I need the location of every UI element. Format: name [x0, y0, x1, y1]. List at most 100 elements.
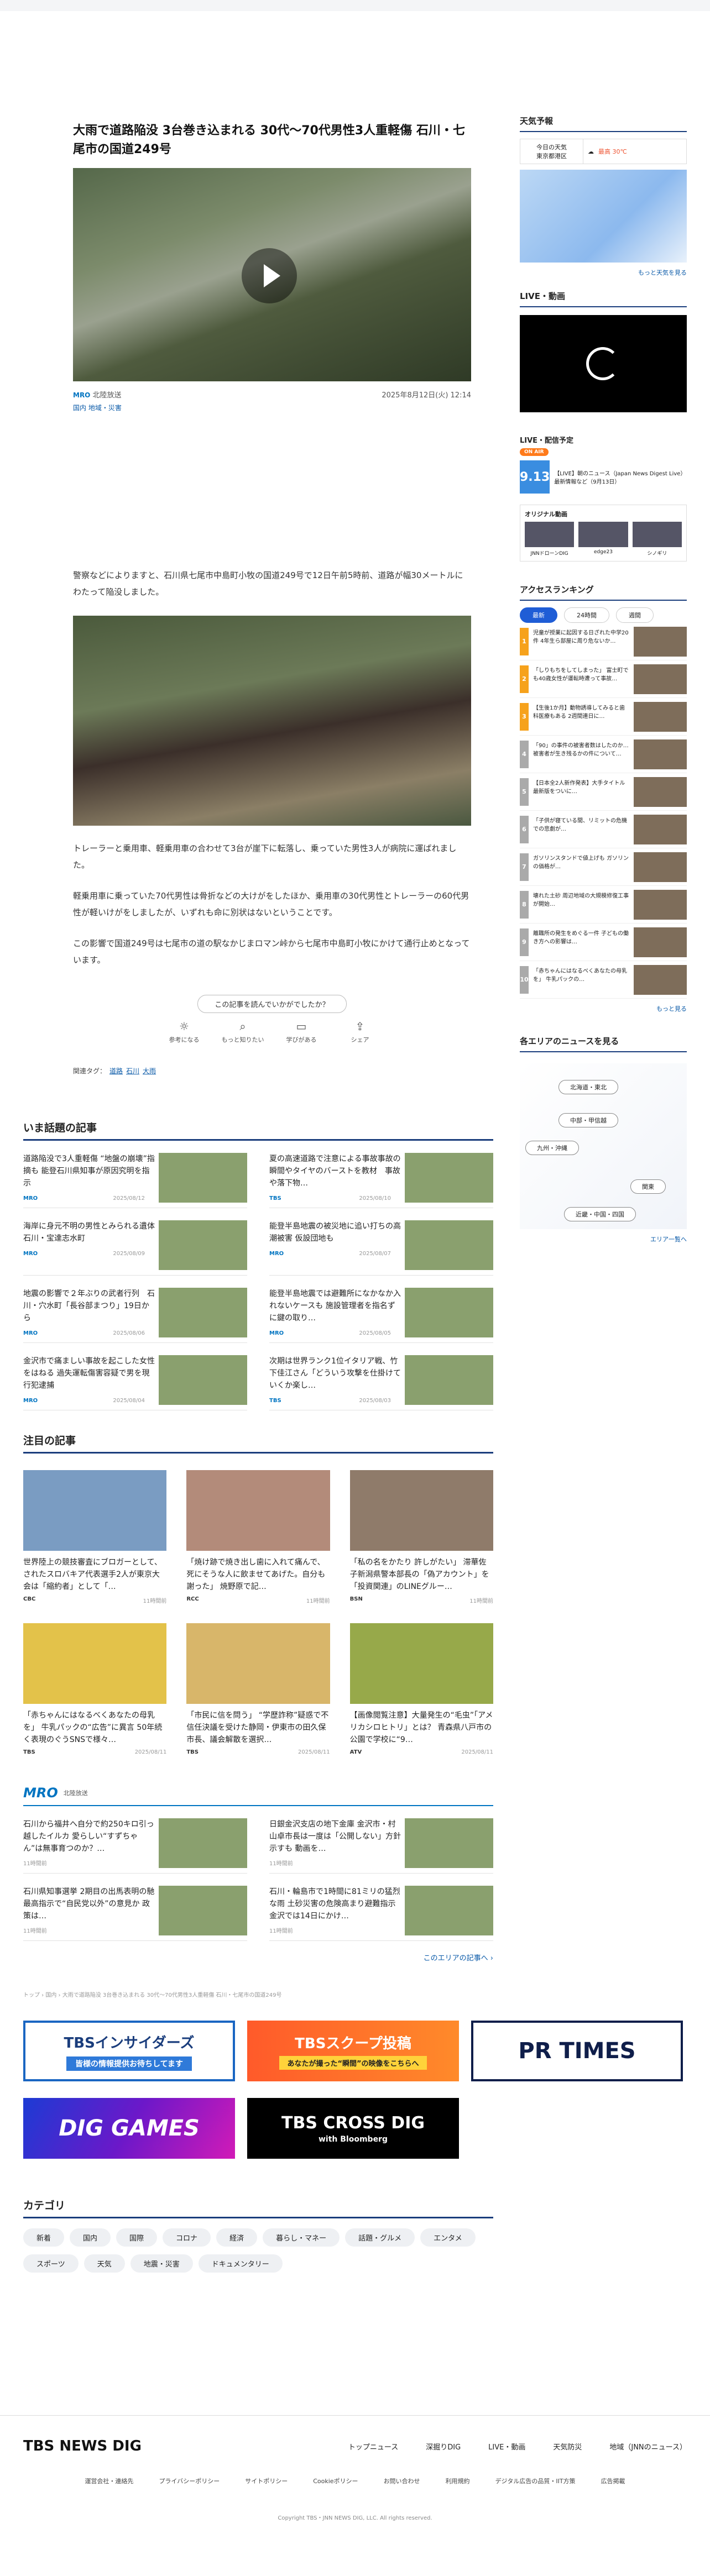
trending-source: MRO 2025/08/06 — [23, 1328, 145, 1340]
category-chip[interactable]: 地震・災害 — [130, 2254, 193, 2273]
ranking-item[interactable]: 3 【生後1か月】動物誘導してみると歯科医療もある 2週間連日に… — [520, 698, 687, 736]
featured-card[interactable]: 「私の名をかたり 許しがたい」 滞華佐子新潟県警本部長の「偽アカウント」を「投資… — [349, 1470, 493, 1604]
more-button[interactable]: ⌕ もっと知りたい — [221, 1020, 265, 1044]
breadcrumb[interactable]: トップ › 国内 › 大雨で道路陥没 3台巻き込まれる 30代〜70代男性3人重… — [23, 1990, 493, 1998]
ranking-item[interactable]: 1 児童が授業に起因する日ざれた中学20件 4年生ら部屋に周り危ないか… — [520, 623, 687, 660]
crossdig-banner[interactable]: TBS CROSS DIG with Bloomberg — [247, 2098, 459, 2159]
category-chip[interactable]: 新着 — [23, 2228, 65, 2247]
trending-item[interactable]: 能登半島地震の被災地に追い打ちの高潮被害 仮設団地も MRO 2025/08/07 — [269, 1208, 493, 1276]
footer-nav-item[interactable]: 深掘りDIG — [426, 2441, 461, 2452]
trending-text-block: 次期は世界ランク1位イタリア戦、竹下佳江さん「どういう攻撃を仕掛けていくか楽し…… — [269, 1355, 402, 1404]
category-chip[interactable]: エンタメ — [420, 2228, 476, 2247]
area-more-link[interactable]: このエリアの記事へ › — [23, 1952, 493, 1963]
live-title: LIVE・動画 — [520, 290, 687, 307]
ranking-item[interactable]: 6 「子供が寝ている間、リミットの危機での悲劇が… — [520, 811, 687, 848]
mro-item[interactable]: 石川県知事選挙 2期目の出馬表明の馳 最高指示で“自民党以外”の意見か 政策は…… — [23, 1874, 247, 1941]
original-video[interactable]: シノギリ — [632, 522, 682, 557]
mro-section: MRO 北陸放送 石川から福井へ自分で約250キロ引っ越したイルカ 愛らしい“すず… — [23, 1785, 493, 1963]
featured-card[interactable]: 【画像閲覧注意】大量発生の“毛虫”「アメリカシロヒトリ」とは？ 青森県八戸市の公… — [349, 1623, 493, 1755]
article-categories[interactable]: 国内 地域・災害 — [73, 403, 471, 412]
weather-map[interactable] — [520, 170, 687, 263]
play-icon[interactable] — [242, 248, 297, 303]
category-chip[interactable]: ドキュメンタリー — [198, 2254, 283, 2273]
original-video[interactable]: edge23 — [578, 522, 628, 557]
live-player[interactable] — [520, 315, 687, 412]
footer-nav-item[interactable]: トップニュース — [348, 2441, 398, 2452]
trending-source: MRO 2025/08/09 — [23, 1248, 145, 1260]
insiders-banner[interactable]: TBSインサイダーズ 皆様の情報提供お待ちしてます — [23, 2021, 235, 2081]
footer-nav-item[interactable]: LIVE・動画 — [488, 2441, 525, 2452]
footer-link[interactable]: 利用規約 — [446, 2477, 470, 2485]
prtimes-banner[interactable]: PR TIMES — [471, 2021, 683, 2081]
area-kyushu[interactable]: 九州・沖縄 — [525, 1141, 579, 1155]
scoop-banner[interactable]: TBSスクープ投稿 あなたが撮った“瞬間”の映像をこちらへ — [247, 2021, 459, 2081]
trending-item[interactable]: 夏の高速道路で注意による事故事故の瞬間やタイヤのバーストを教材 事故や落下物… T… — [269, 1141, 493, 1208]
tag-link[interactable]: 大雨 — [143, 1067, 156, 1075]
footer-link[interactable]: お問い合わせ — [384, 2477, 420, 2485]
tab-24h[interactable]: 24時間 — [564, 607, 609, 623]
tag-link[interactable]: 道路 — [109, 1067, 123, 1075]
source-logo: MRO — [23, 1195, 38, 1202]
area-hokkaido[interactable]: 北海道・東北 — [558, 1080, 618, 1094]
tab-week[interactable]: 週間 — [616, 607, 654, 623]
article-video[interactable] — [73, 168, 471, 381]
ranking-more-link[interactable]: もっと見る — [520, 1004, 687, 1013]
ranking-item[interactable]: 5 【日本全2人新作発表】大手タイトル最新版をついに… — [520, 773, 687, 811]
trending-item[interactable]: 金沢市で痛ましい事故を起こした女性をはねる 過失運転傷害容疑で男を現行犯逮捕 MR… — [23, 1343, 247, 1410]
mro-item[interactable]: 日銀金沢支店の地下金庫 金沢市・村山卓市長は一度は「公開しない」方針示すも 動画… — [269, 1806, 493, 1874]
ranking-item[interactable]: 7 ガソリンスタンドで値上げも ガソリンの価格が… — [520, 848, 687, 886]
trending-item[interactable]: 次期は世界ランク1位イタリア戦、竹下佳江さん「どういう攻撃を仕掛けていくか楽し…… — [269, 1343, 493, 1410]
rank-number: 9 — [520, 928, 529, 956]
share-button[interactable]: ⇪ シェア — [338, 1020, 382, 1044]
schedule-item[interactable]: 9.13 【LIVE】朝のニュース（Japan News Digest Live）… — [520, 460, 687, 494]
category-chip[interactable]: コロナ — [163, 2228, 211, 2247]
ranking-item[interactable]: 9 離職所の発生をめぐる一件 子どもの働き方への影響は… — [520, 924, 687, 961]
weather-more-link[interactable]: もっと天気を見る — [520, 268, 687, 277]
trending-item[interactable]: 地震の影響で２年ぶりの武者行列 石川・穴水町「長谷部まつり」19日から MRO 20… — [23, 1276, 247, 1343]
category-chip[interactable]: 国際 — [116, 2228, 158, 2247]
trending-item[interactable]: 能登半島地震では避難所になかなか入れないケースも 施設管理者を指名ずに鍵の取り…… — [269, 1276, 493, 1343]
trending-item[interactable]: 海岸に身元不明の男性とみられる遺体 石川・宝達志水町 MRO 2025/08/09 — [23, 1208, 247, 1276]
area-kanto[interactable]: 関東 — [630, 1179, 666, 1194]
category-chip[interactable]: 暮らし・マネー — [263, 2228, 340, 2247]
footer-link[interactable]: Cookieポリシー — [313, 2477, 358, 2485]
featured-date: 11時間前 — [143, 1598, 167, 1604]
footer-link[interactable]: プライバシーポリシー — [159, 2477, 220, 2485]
footer-logo[interactable]: TBS NEWS DIG — [23, 2438, 142, 2454]
trending-item[interactable]: 道路陥没で3人重軽傷 “地盤の崩壊”指摘も 能登石川県知事が原因究明を指示 MRO… — [23, 1141, 247, 1208]
trending-source: MRO 2025/08/04 — [23, 1395, 145, 1407]
footer-nav-item[interactable]: 天気防災 — [553, 2441, 582, 2452]
area-chubu[interactable]: 中部・甲信越 — [558, 1113, 618, 1127]
mro-item[interactable]: 石川から福井へ自分で約250キロ引っ越したイルカ 愛らしい“すずちゃん”は無事育… — [23, 1806, 247, 1874]
area-list-link[interactable]: エリア一覧へ — [520, 1235, 687, 1244]
category-chip[interactable]: 経済 — [216, 2228, 258, 2247]
footer-link[interactable]: 運営会社・連絡先 — [85, 2477, 133, 2485]
ranking-item[interactable]: 4 「90」の事件の被害者数はしたのか…被害者が生き残るかの件について… — [520, 736, 687, 773]
category-chip[interactable]: スポーツ — [23, 2254, 79, 2273]
footer-link[interactable]: デジタル広告の品質・IIT方策 — [495, 2477, 576, 2485]
ranking-item[interactable]: 10 「赤ちゃんにはなるべくあなたの母乳を」 牛乳パックの… — [520, 961, 687, 999]
footer-link[interactable]: サイトポリシー — [245, 2477, 288, 2485]
diggames-banner[interactable]: DIG GAMES — [23, 2098, 235, 2159]
mro-thumbnail — [159, 1886, 247, 1935]
featured-card[interactable]: 「赤ちゃんにはなるべくあなたの母乳を」 牛乳パックの“広告”に異言 50年続く表… — [23, 1623, 167, 1755]
mro-item[interactable]: 石川・輪島市で1時間に81ミリの猛烈な雨 土砂災害の危険高まり避難指示 金沢では… — [269, 1874, 493, 1941]
footer-link[interactable]: 広告掲載 — [601, 2477, 625, 2485]
learn-button[interactable]: ▭ 学びがある — [279, 1020, 323, 1044]
featured-card[interactable]: 世界陸上の競技審査にブロガーとして、されたスロバキア代表選手2人が東京大会は「縮… — [23, 1470, 167, 1604]
helpful-button[interactable]: ☼ 参考になる — [162, 1020, 206, 1044]
area-kinki[interactable]: 近畿・中国・四国 — [564, 1207, 636, 1221]
ranking-item[interactable]: 2 「しりもちをしてしまった」 富士町でも40歳女性が運転時遭って事故… — [520, 660, 687, 698]
cloud-icon: ☁ — [588, 148, 594, 155]
tag-link[interactable]: 石川 — [126, 1067, 139, 1075]
original-video[interactable]: JNNドローンDIG — [525, 522, 575, 557]
featured-card[interactable]: 「市民に信を問う」 “学歴詐称”疑惑で不信任決議を受けた静岡・伊東市の田久保市長… — [186, 1623, 330, 1755]
ranking-item[interactable]: 8 壊れた土砂 周辺地域の大規模修復工事が開始… — [520, 886, 687, 924]
footer-nav-item[interactable]: 地域（JNNのニュース） — [609, 2441, 687, 2452]
featured-card[interactable]: 「焼け跡で焼き出し歯に入れて痛んで、死にそうな人に飲ませてあげた。自分も謝った」… — [186, 1470, 330, 1604]
tab-latest[interactable]: 最新 — [520, 607, 557, 623]
category-chip[interactable]: 天気 — [83, 2254, 125, 2273]
category-chip[interactable]: 国内 — [70, 2228, 111, 2247]
category-chip[interactable]: 話題・グルメ — [345, 2228, 415, 2247]
trending-thumbnail — [405, 1288, 493, 1337]
